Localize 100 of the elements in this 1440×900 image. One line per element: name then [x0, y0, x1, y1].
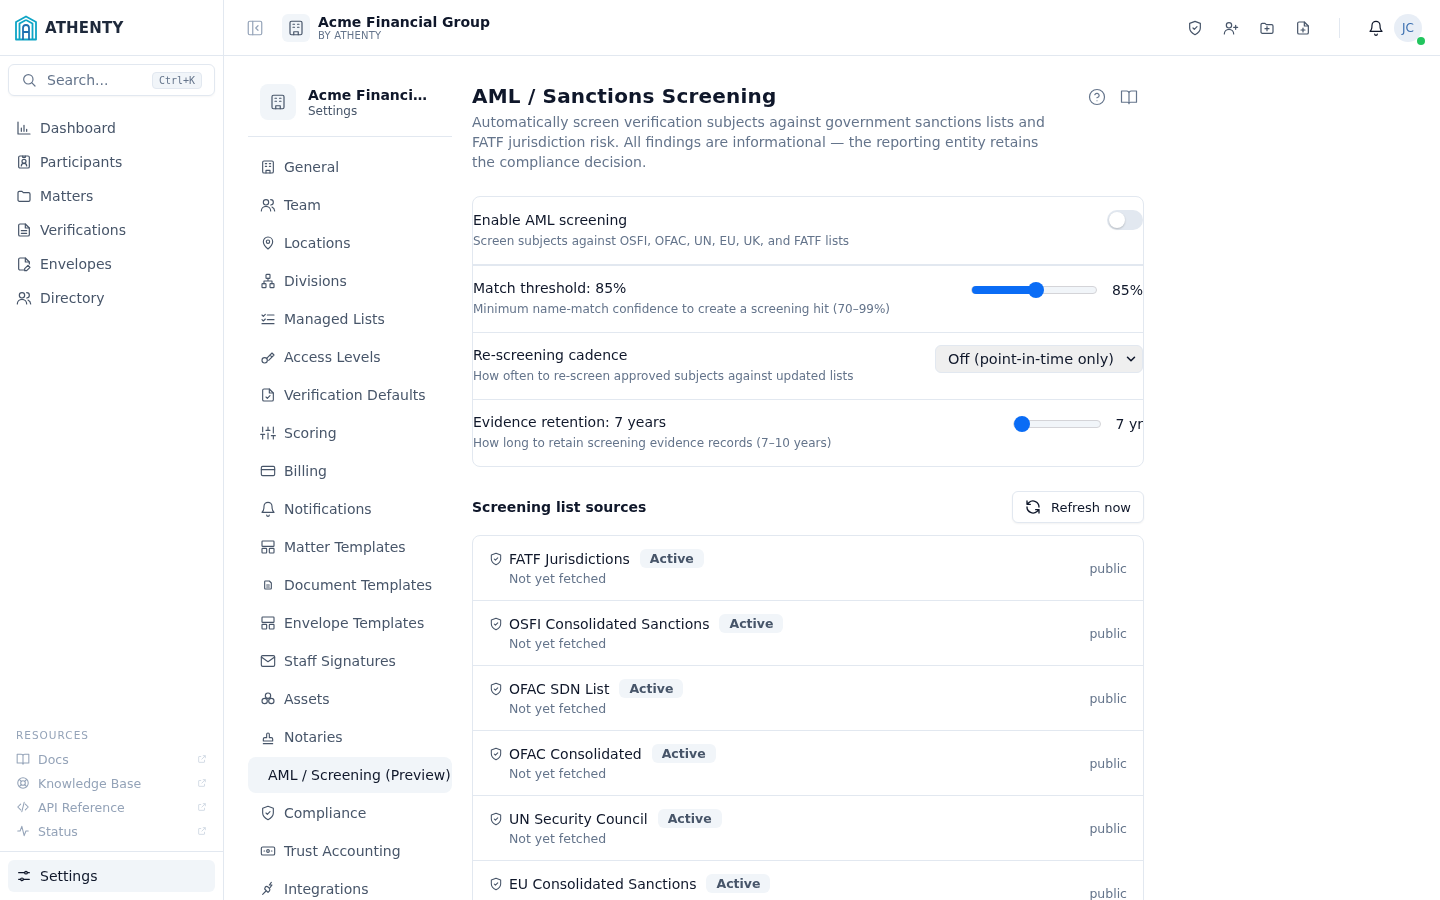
help-icon — [1088, 88, 1106, 106]
add-document-icon — [1295, 19, 1311, 36]
search-field[interactable]: Search... — [45, 71, 144, 89]
slider-value: 7 yr — [1115, 416, 1143, 432]
page-description: Automatically screen verification subjects against government sanctions lists and FATF jurisdiction risk. All findings are informational — the reporting entity retains the compliance decision. — [472, 113, 1046, 172]
shield-check-icon — [489, 746, 503, 761]
settings-nav-item[interactable]: Team — [248, 187, 452, 223]
toggle-switch[interactable] — [1107, 210, 1143, 230]
setting-label: Enable AML screening — [473, 212, 629, 228]
brand-name: ATHENTY — [45, 18, 124, 37]
visibility-label: public — [1089, 560, 1127, 576]
building-icon — [260, 159, 276, 175]
settings-nav-item[interactable]: Envelope Templates — [248, 605, 452, 641]
logo-icon — [14, 14, 38, 41]
source-name: EU Consolidated Sanctions — [509, 875, 697, 892]
visibility-label: public — [1089, 885, 1127, 900]
search-bar[interactable]: Search... Ctrl+K — [8, 64, 215, 96]
settings-nav-item[interactable]: AML / Screening (Preview) — [248, 757, 452, 793]
sidebar-item[interactable]: Directory — [8, 282, 215, 314]
nav-subtitle: Settings — [308, 103, 359, 118]
shield-check-icon — [489, 876, 503, 891]
add-user-button[interactable] — [1223, 19, 1239, 36]
status-badge: Active — [619, 679, 684, 698]
pulse-icon — [16, 824, 30, 838]
user-avatar[interactable]: JC — [1394, 13, 1422, 42]
code-icon — [16, 800, 30, 814]
status-badge: Active — [651, 744, 716, 763]
page-title: AML / Sanctions Screening — [472, 84, 778, 108]
layout-icon — [260, 539, 276, 555]
users-icon — [16, 290, 32, 306]
settings-nav-item[interactable]: Document Templates — [248, 567, 452, 603]
visibility-label: public — [1089, 690, 1127, 706]
slider-thumb[interactable] — [1014, 416, 1030, 432]
settings-nav-item[interactable]: Divisions — [248, 263, 452, 299]
settings-icon — [16, 868, 32, 884]
org-name: Acme Financial Group — [318, 14, 491, 30]
book-icon — [16, 752, 30, 766]
help-button[interactable] — [1088, 88, 1106, 106]
sidebar-item[interactable]: Dashboard — [8, 112, 215, 144]
settings-nav-item[interactable]: Integrations — [248, 871, 452, 900]
settings-nav-item[interactable]: Notifications — [248, 491, 452, 527]
visibility-label: public — [1089, 820, 1127, 836]
sidebar-item[interactable]: Verifications — [8, 214, 215, 246]
building-icon — [287, 18, 305, 37]
source-name: OSFI Consolidated Sanctions — [509, 615, 710, 632]
cadence-select[interactable]: Off (point-in-time only) — [934, 345, 1143, 373]
status-badge: Active — [706, 874, 771, 893]
sidebar-item[interactable]: Matters — [8, 180, 215, 212]
notifications-button[interactable] — [1368, 19, 1384, 36]
org-subtitle: BY ATHENTY — [318, 30, 383, 41]
folder-icon — [16, 188, 32, 204]
settings-nav-item[interactable]: Managed Lists — [248, 301, 452, 337]
docs-button[interactable] — [1120, 88, 1138, 106]
setting-hint: Minimum name-match confidence to create a screening hit (70–99%) — [473, 302, 892, 316]
org-name: Acme Financi… — [308, 86, 427, 103]
add-document-button[interactable] — [1295, 19, 1311, 36]
mail-icon — [260, 653, 276, 669]
visibility-label: public — [1089, 755, 1127, 771]
settings-nav-item[interactable]: Compliance — [248, 795, 452, 831]
settings-nav-item[interactable]: Locations — [248, 225, 452, 261]
status-badge: Active — [639, 549, 704, 568]
settings-nav-item[interactable]: General — [248, 149, 452, 185]
credit-card-icon — [260, 463, 276, 479]
settings-nav-item[interactable]: Matter Templates — [248, 529, 452, 565]
sliders-icon — [260, 425, 276, 441]
status-badge: Active — [719, 614, 784, 633]
shortcut-hint: Ctrl+K — [151, 71, 202, 89]
settings-nav-item[interactable]: Access Levels — [248, 339, 452, 375]
settings-nav-item[interactable]: Billing — [248, 453, 452, 489]
refresh-button[interactable]: Refresh now — [1011, 491, 1144, 523]
document-edit-icon — [16, 256, 32, 272]
sidebar-item[interactable]: Envelopes — [8, 248, 215, 280]
shield-check-button[interactable] — [1187, 19, 1203, 36]
settings-nav-item[interactable]: Staff Signatures — [248, 643, 452, 679]
building-icon — [269, 93, 287, 111]
shield-check-icon — [489, 811, 503, 826]
bell-icon — [1368, 19, 1384, 36]
slider-value: 85% — [1111, 282, 1143, 298]
sidebar-item[interactable]: Settings — [8, 860, 215, 892]
source-name: FATF Jurisdictions — [509, 550, 630, 567]
setting-hint: How often to re-screen approved subjects against updated lists — [473, 369, 855, 383]
settings-nav-item[interactable]: Notaries — [248, 719, 452, 755]
book-icon — [1120, 88, 1138, 106]
shield-check-icon — [489, 616, 503, 631]
settings-nav-item[interactable]: Trust Accounting — [248, 833, 452, 869]
slider-thumb[interactable] — [1028, 282, 1045, 298]
setting-label: Match threshold: 85% — [473, 280, 628, 296]
fetch-status: Not yet fetched — [508, 636, 608, 651]
location-pin-icon — [260, 235, 276, 251]
setting-label: Evidence retention: 7 years — [473, 414, 668, 430]
settings-nav-item[interactable]: Verification Defaults — [248, 377, 452, 413]
search-icon — [21, 72, 37, 88]
settings-nav-item[interactable]: Scoring — [248, 415, 452, 451]
source-name: UN Security Council — [509, 810, 648, 827]
refresh-icon — [1024, 499, 1041, 515]
sidebar-item[interactable]: Participants — [8, 146, 215, 178]
settings-nav-item[interactable]: Assets — [248, 681, 452, 717]
checklist-icon — [260, 311, 276, 327]
shield-check-icon — [1187, 19, 1203, 36]
setting-hint: How long to retain screening evidence records (7–10 years) — [473, 436, 833, 450]
